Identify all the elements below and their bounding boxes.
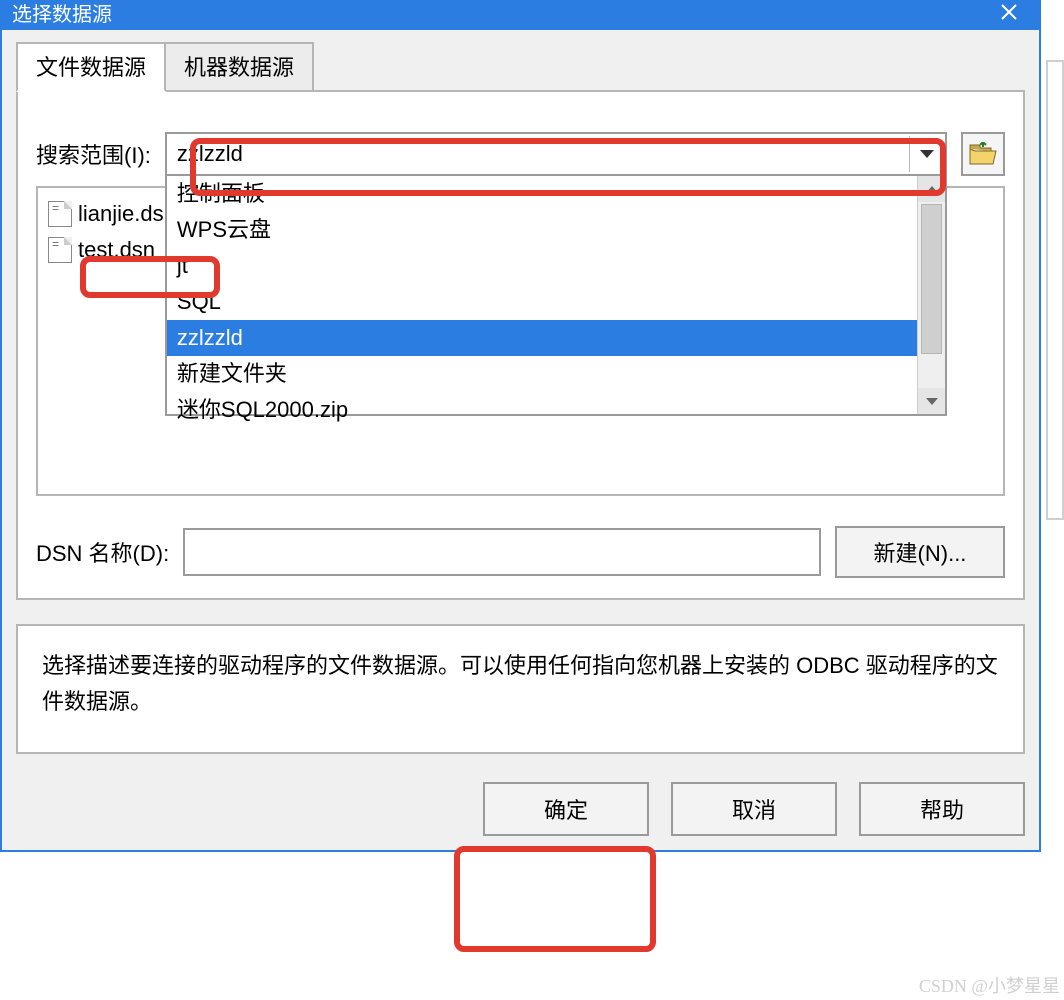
scroll-thumb[interactable] — [921, 204, 942, 354]
dropdown-scrollbar[interactable] — [917, 176, 945, 414]
scroll-down-icon[interactable] — [918, 388, 945, 414]
look-in-combo-wrap: zzlzzld 控制面板WPS云盘jtSQLzzlzzld新建文件夹迷你SQL2… — [165, 132, 947, 176]
dsn-name-input[interactable] — [183, 528, 821, 576]
dialog-button-row: 确定 取消 帮助 — [16, 782, 1025, 836]
tab-file-datasource[interactable]: 文件数据源 — [16, 42, 166, 92]
dsn-file-icon — [48, 237, 72, 263]
dropdown-item[interactable]: SQL — [167, 284, 917, 320]
file-name: test.dsn — [78, 232, 155, 268]
tab-panel: 搜索范围(I): zzlzzld 控制面板WPS云盘jtSQLzzlzzld新建… — [16, 90, 1025, 600]
tab-strip: 文件数据源 机器数据源 — [16, 42, 1025, 92]
annotation-ok — [454, 846, 656, 952]
file-name: lianjie.dsn — [78, 196, 176, 232]
dsn-row: DSN 名称(D): 新建(N)... — [36, 526, 1005, 578]
chevron-down-icon[interactable] — [909, 136, 943, 172]
dropdown-list: 控制面板WPS云盘jtSQLzzlzzld新建文件夹迷你SQL2000.zip — [167, 176, 917, 414]
tab-machine-datasource[interactable]: 机器数据源 — [164, 42, 314, 92]
ok-button[interactable]: 确定 — [483, 782, 649, 836]
close-icon[interactable] — [979, 0, 1039, 30]
new-button[interactable]: 新建(N)... — [835, 526, 1005, 578]
dialog-title: 选择数据源 — [12, 0, 112, 27]
bg-panel — [1046, 60, 1064, 520]
select-datasource-dialog: 选择数据源 文件数据源 机器数据源 搜索范围(I): zzlzzld 控制面板W… — [0, 0, 1041, 852]
help-button[interactable]: 帮助 — [859, 782, 1025, 836]
look-in-value: zzlzzld — [177, 141, 243, 167]
dropdown-item[interactable]: WPS云盘 — [167, 212, 917, 248]
scroll-up-icon[interactable] — [918, 176, 945, 202]
dialog-titlebar[interactable]: 选择数据源 — [2, 0, 1039, 30]
watermark: CSDN @小梦星星 — [919, 972, 1060, 998]
dialog-body: 文件数据源 机器数据源 搜索范围(I): zzlzzld 控制面板WPS云盘jt… — [2, 30, 1039, 850]
look-in-dropdown: 控制面板WPS云盘jtSQLzzlzzld新建文件夹迷你SQL2000.zip — [165, 176, 947, 416]
dropdown-item[interactable]: 控制面板 — [167, 176, 917, 212]
look-in-row: 搜索范围(I): zzlzzld 控制面板WPS云盘jtSQLzzlzzld新建… — [36, 132, 1005, 176]
description-text: 选择描述要连接的驱动程序的文件数据源。可以使用任何指向您机器上安装的 ODBC … — [42, 653, 998, 714]
up-folder-button[interactable] — [961, 132, 1005, 176]
dsn-name-label: DSN 名称(D): — [36, 536, 169, 568]
look-in-label: 搜索范围(I): — [36, 138, 151, 170]
dropdown-item[interactable]: 迷你SQL2000.zip — [167, 392, 917, 428]
look-in-combo[interactable]: zzlzzld — [165, 132, 947, 176]
dropdown-item[interactable]: 新建文件夹 — [167, 356, 917, 392]
dsn-file-icon — [48, 201, 72, 227]
dropdown-item[interactable]: jt — [167, 248, 917, 284]
dropdown-item[interactable]: zzlzzld — [167, 320, 917, 356]
cancel-button[interactable]: 取消 — [671, 782, 837, 836]
description-frame: 选择描述要连接的驱动程序的文件数据源。可以使用任何指向您机器上安装的 ODBC … — [16, 624, 1025, 754]
